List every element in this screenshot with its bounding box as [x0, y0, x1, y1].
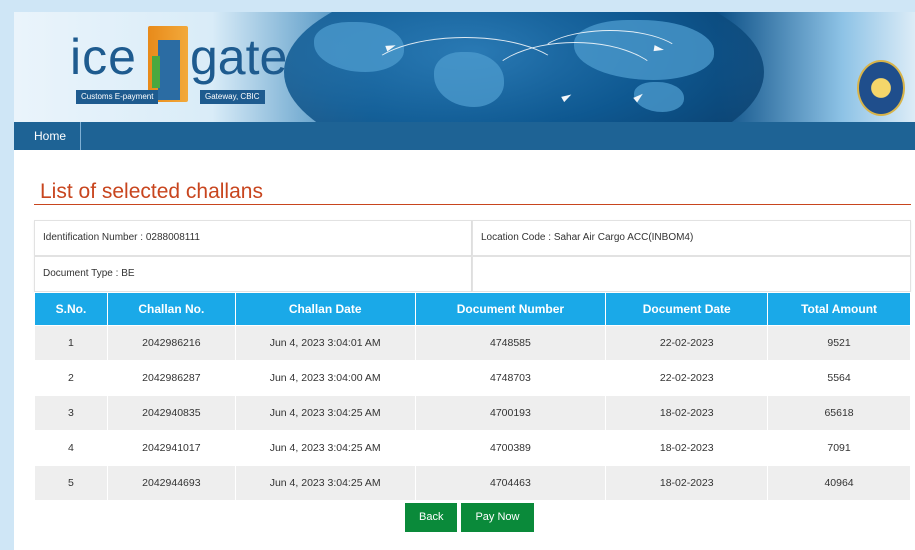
column-header-sno: S.No.	[34, 292, 108, 326]
cell-challan-no: 2042986216	[106, 325, 236, 361]
cell-document-date: 18-02-2023	[605, 430, 769, 466]
page-frame: ice gate Customs E-payment Gateway, CBIC…	[14, 12, 915, 550]
title-divider	[34, 204, 911, 205]
cell-sno: 4	[34, 430, 108, 466]
icegate-logo: ice gate Customs E-payment Gateway, CBIC	[70, 26, 305, 104]
emblem-icon	[857, 60, 905, 116]
table-row: 5 2042944693 Jun 4, 2023 3:04:25 AM 4704…	[34, 465, 911, 501]
cell-total-amount: 5564	[767, 360, 911, 396]
cell-document-number: 4700193	[414, 395, 607, 431]
logo-text-ice: ice	[70, 29, 137, 85]
cell-challan-no: 2042940835	[106, 395, 236, 431]
cell-challan-date: Jun 4, 2023 3:04:01 AM	[234, 325, 416, 361]
table-row: 1 2042986216 Jun 4, 2023 3:04:01 AM 4748…	[34, 325, 911, 361]
cell-challan-date: Jun 4, 2023 3:04:25 AM	[234, 465, 416, 501]
challans-table: S.No. Challan No. Challan Date Document …	[34, 292, 911, 501]
column-header-total-amount: Total Amount	[767, 292, 911, 326]
cell-challan-date: Jun 4, 2023 3:04:25 AM	[234, 395, 416, 431]
cell-challan-date: Jun 4, 2023 3:04:25 AM	[234, 430, 416, 466]
table-row: 3 2042940835 Jun 4, 2023 3:04:25 AM 4700…	[34, 395, 911, 431]
column-header-document-date: Document Date	[605, 292, 769, 326]
cell-total-amount: 9521	[767, 325, 911, 361]
cell-sno: 3	[34, 395, 108, 431]
cell-challan-date: Jun 4, 2023 3:04:00 AM	[234, 360, 416, 396]
header-banner: ice gate Customs E-payment Gateway, CBIC	[14, 12, 915, 122]
cell-document-date: 22-02-2023	[605, 360, 769, 396]
cell-sno: 5	[34, 465, 108, 501]
logo-subtitle-right: Gateway, CBIC	[200, 90, 265, 104]
cell-sno: 1	[34, 325, 108, 361]
cell-document-number: 4704463	[414, 465, 607, 501]
pay-now-button[interactable]: Pay Now	[461, 503, 534, 532]
cell-challan-no: 2042944693	[106, 465, 236, 501]
logo-subtitle-left: Customs E-payment	[76, 90, 159, 104]
cell-total-amount: 7091	[767, 430, 911, 466]
cell-total-amount: 65618	[767, 395, 911, 431]
cell-challan-no: 2042941017	[106, 430, 236, 466]
logo-text-gate: gate	[190, 29, 288, 85]
table-row: 2 2042986287 Jun 4, 2023 3:04:00 AM 4748…	[34, 360, 911, 396]
cell-document-number: 4748585	[414, 325, 607, 361]
nav-home-link[interactable]: Home	[14, 122, 82, 150]
nav-bar: Home	[14, 122, 915, 150]
column-header-challan-no: Challan No.	[106, 292, 236, 326]
cell-document-date: 18-02-2023	[605, 395, 769, 431]
route-arc	[534, 30, 686, 92]
cell-document-number: 4748703	[414, 360, 607, 396]
page-title: List of selected challans	[40, 180, 263, 203]
cell-total-amount: 40964	[767, 465, 911, 501]
back-button[interactable]: Back	[405, 503, 458, 532]
cell-document-date: 22-02-2023	[605, 325, 769, 361]
column-header-challan-date: Challan Date	[234, 292, 416, 326]
cell-challan-no: 2042986287	[106, 360, 236, 396]
cell-document-date: 18-02-2023	[605, 465, 769, 501]
location-code: Location Code : Sahar Air Cargo ACC(INBO…	[472, 220, 911, 256]
cell-document-number: 4700389	[414, 430, 607, 466]
cell-sno: 2	[34, 360, 108, 396]
info-empty-cell	[472, 256, 911, 292]
challan-info-grid: Identification Number : 0288008111 Locat…	[34, 220, 911, 292]
action-buttons: Back Pay Now	[405, 503, 534, 532]
table-header-row: S.No. Challan No. Challan Date Document …	[34, 292, 911, 326]
document-type: Document Type : BE	[34, 256, 472, 292]
table-row: 4 2042941017 Jun 4, 2023 3:04:25 AM 4700…	[34, 430, 911, 466]
column-header-document-number: Document Number	[414, 292, 607, 326]
identification-number: Identification Number : 0288008111	[34, 220, 472, 256]
